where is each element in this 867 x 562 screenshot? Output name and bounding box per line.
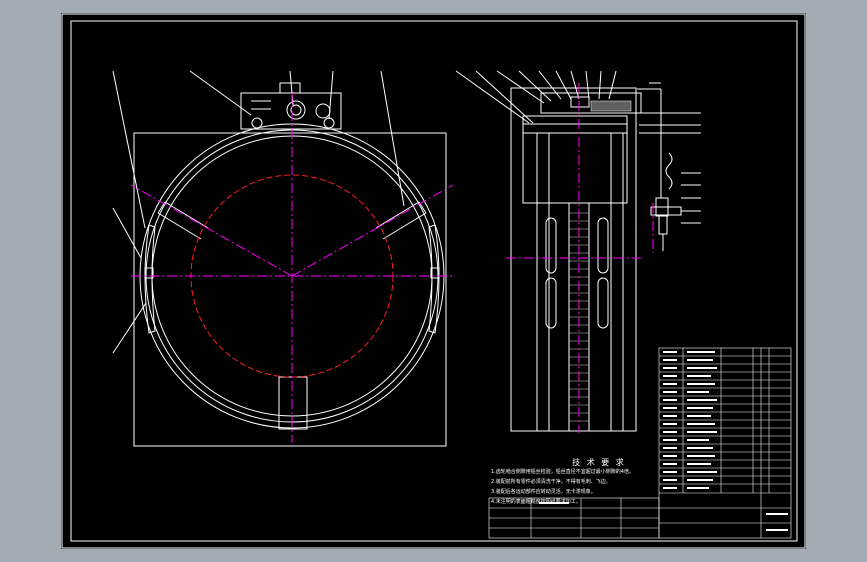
requirement-line: 1.齿轮啮合侧隙用铅丝检验，铅丝直径不宜超过最小侧隙的4倍。 (491, 469, 634, 475)
parts-list-table (488, 347, 792, 539)
requirement-line: 2.装配前所有零件必须清洗干净，不得有毛刺、飞边。 (491, 479, 611, 485)
cad-viewport[interactable]: 技 术 要 求 1.齿轮啮合侧隙用铅丝检验，铅丝直径不宜超过最小侧隙的4倍。 2… (0, 0, 867, 562)
front-view-centerlines (130, 93, 454, 443)
requirement-line: 4.未注明的表面粗糙度按图纸要求加工。 (491, 499, 581, 505)
requirement-line: 3.装配后各运动部件应转动灵活，无卡滞现象。 (491, 489, 596, 495)
gear-housing (590, 100, 632, 112)
side-view-centerlines (506, 83, 654, 433)
technical-requirements-title: 技 术 要 求 (572, 458, 626, 467)
drawing-sheet: 技 术 要 求 1.齿轮啮合侧隙用铅丝检验，铅丝直径不宜超过最小侧隙的4倍。 2… (61, 13, 806, 549)
front-view (112, 70, 447, 447)
cad-drawing (61, 13, 806, 549)
